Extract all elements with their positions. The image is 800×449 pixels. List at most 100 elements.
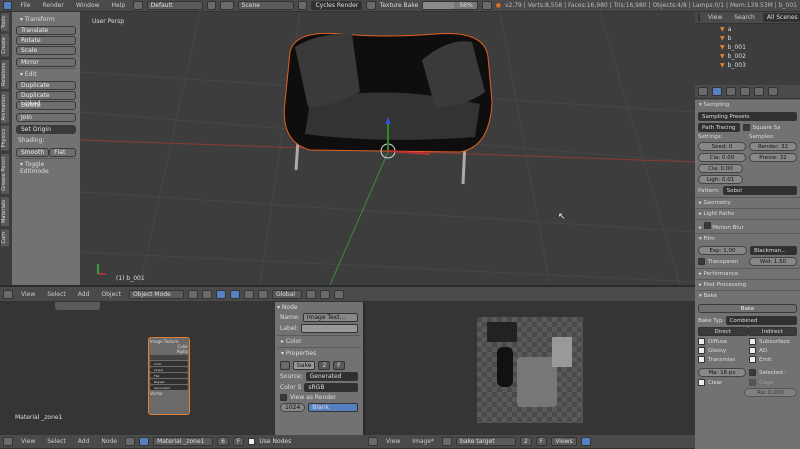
margin-field[interactable]: Ma: 16 px: [698, 368, 746, 377]
layout-icon[interactable]: [133, 1, 143, 10]
scene-tab-icon[interactable]: [740, 87, 750, 96]
preview-samples-field[interactable]: Previe: 32: [749, 153, 797, 162]
blank-button[interactable]: Blank: [308, 403, 358, 412]
menu-node[interactable]: Node: [97, 438, 121, 445]
views-select[interactable]: Views: [551, 437, 577, 446]
outliner-item[interactable]: ▼ b_002: [720, 53, 797, 60]
diffuse-pass-checkbox[interactable]: Diffuse: [708, 339, 746, 345]
menu-help[interactable]: Help: [108, 2, 130, 9]
editor-type-icon[interactable]: [368, 437, 378, 446]
scale-button[interactable]: Scale: [16, 46, 76, 55]
manipulator-icon[interactable]: [215, 289, 226, 299]
clamp-direct-field[interactable]: Cla: 0.00: [698, 153, 746, 162]
display-channels-icon[interactable]: [580, 437, 591, 446]
transform-orientation-select[interactable]: Global: [271, 289, 302, 299]
color-space-select[interactable]: Color: [150, 361, 188, 366]
color-panel-header[interactable]: ▸ Color: [277, 335, 361, 347]
edit-panel-header[interactable]: ▾ Edit: [16, 68, 76, 80]
outliner-item[interactable]: ▼ b_003: [720, 62, 797, 69]
tab-physics[interactable]: Physics: [0, 125, 10, 152]
add-icon[interactable]: [207, 1, 217, 10]
flat-button[interactable]: Flat: [49, 148, 76, 157]
cancel-job-icon[interactable]: [482, 1, 492, 10]
ao-pass-checkbox[interactable]: AO: [759, 348, 797, 354]
filter-select[interactable]: Blackman...: [750, 246, 797, 255]
light-threshold-field[interactable]: Ligh: 0.01: [698, 175, 743, 184]
tab-tools[interactable]: Tools: [0, 12, 10, 33]
editor-type-icon[interactable]: [3, 437, 13, 446]
selected-to-active-checkbox[interactable]: Selected :: [759, 370, 797, 376]
image-editor[interactable]: [365, 302, 695, 435]
layout-select[interactable]: Default: [146, 1, 204, 10]
render-samples-field[interactable]: Render: 32: [749, 142, 797, 151]
outliner-item[interactable]: ▼ a: [720, 26, 797, 33]
post-processing-header[interactable]: ▸ Post Processing: [695, 279, 800, 290]
node-panel-header[interactable]: ▾ Node: [277, 304, 361, 311]
subsurface-pass-checkbox[interactable]: Subsurface: [759, 339, 797, 345]
output-alpha[interactable]: Alpha: [150, 349, 188, 354]
tab-materials[interactable]: Materials: [0, 195, 10, 227]
tab-create[interactable]: Create: [0, 33, 10, 58]
layers-icon[interactable]: [305, 289, 316, 299]
menu-object[interactable]: Object: [97, 291, 125, 298]
colorspace-select[interactable]: sRGB: [304, 383, 358, 392]
join-button[interactable]: Join: [16, 113, 76, 122]
projection-select[interactable]: Flat: [150, 373, 188, 378]
performance-header[interactable]: ▸ Performance: [695, 268, 800, 279]
extension-select[interactable]: Repeat: [150, 379, 188, 384]
clear-checkbox[interactable]: Clear: [708, 380, 746, 386]
shading-icon[interactable]: [187, 289, 198, 299]
menu-window[interactable]: Window: [72, 2, 104, 9]
transparent-checkbox[interactable]: [698, 258, 705, 265]
menu-search[interactable]: Search: [730, 14, 759, 21]
ray-distance-field[interactable]: Ra: 0.000: [744, 388, 797, 397]
source-select[interactable]: Generated: [305, 372, 358, 381]
material-fake-user[interactable]: F: [232, 437, 245, 446]
sampling-header[interactable]: ▾ Sampling: [695, 99, 800, 110]
tab-animation[interactable]: Animation: [0, 90, 10, 125]
display-mode-select[interactable]: All Scenes: [762, 13, 800, 22]
menu-select[interactable]: Select: [43, 438, 70, 445]
sampling-presets-select[interactable]: Sampling Presets: [698, 112, 797, 121]
image-texture-node[interactable]: Image Texture Color Alpha Color Linear F…: [148, 337, 190, 415]
square-samples-checkbox[interactable]: [742, 124, 750, 131]
size-field[interactable]: 1024: [280, 403, 306, 412]
render-engine-select[interactable]: Cycles Render: [311, 1, 363, 10]
translate-button[interactable]: Translate: [16, 26, 76, 35]
duplicate-button[interactable]: Duplicate: [16, 81, 76, 90]
editor-type-icon[interactable]: [698, 13, 700, 22]
editor-type-icon[interactable]: [3, 289, 13, 299]
tab-relations[interactable]: Relations: [0, 58, 10, 90]
delete-button[interactable]: Delete: [16, 101, 76, 110]
image-fake-user[interactable]: F: [535, 437, 548, 446]
light-paths-header[interactable]: ▸ Light Paths: [695, 208, 800, 219]
rotate-button[interactable]: Rotate: [16, 36, 76, 45]
input-vector[interactable]: Vector: [150, 391, 188, 396]
seed-field[interactable]: Seed: 0: [698, 142, 746, 151]
tab-cam[interactable]: Cam: [0, 227, 10, 248]
outliner-item[interactable]: ▼ b: [720, 35, 797, 42]
cage-checkbox[interactable]: Cage: [759, 380, 797, 386]
direct-toggle[interactable]: Direct: [698, 327, 748, 336]
menu-view[interactable]: View: [17, 291, 39, 298]
bake-header[interactable]: ▾ Bake: [695, 290, 800, 301]
snap-icon[interactable]: [319, 289, 330, 299]
3d-viewport[interactable]: User Persp (1) b_001 ↖: [80, 12, 695, 285]
properties-panel-header[interactable]: ▾ Properties: [277, 347, 361, 359]
interpolation-select[interactable]: Linear: [150, 367, 188, 372]
mode-select[interactable]: Object Mode: [128, 289, 184, 299]
exposure-field[interactable]: Exp: 1.00: [698, 246, 747, 255]
fake-user-button[interactable]: F: [333, 361, 345, 370]
menu-file[interactable]: File: [16, 2, 34, 9]
translate-icon[interactable]: [229, 289, 240, 299]
clamp-indirect-field[interactable]: Cla: 0.00: [698, 164, 743, 173]
film-header[interactable]: ▾ Film: [695, 233, 800, 244]
editor-type-icon[interactable]: [3, 1, 13, 10]
filter-width-field[interactable]: Wid: 1.50: [749, 257, 797, 266]
image-name-field[interactable]: bake: [293, 361, 316, 370]
users-count[interactable]: 2: [318, 361, 331, 370]
glossy-pass-checkbox[interactable]: Glossy: [708, 348, 746, 354]
outliner-item[interactable]: ▼ b_001: [720, 44, 797, 51]
pivot-icon[interactable]: [201, 289, 212, 299]
integrator-select[interactable]: Path Tracing: [698, 123, 740, 132]
